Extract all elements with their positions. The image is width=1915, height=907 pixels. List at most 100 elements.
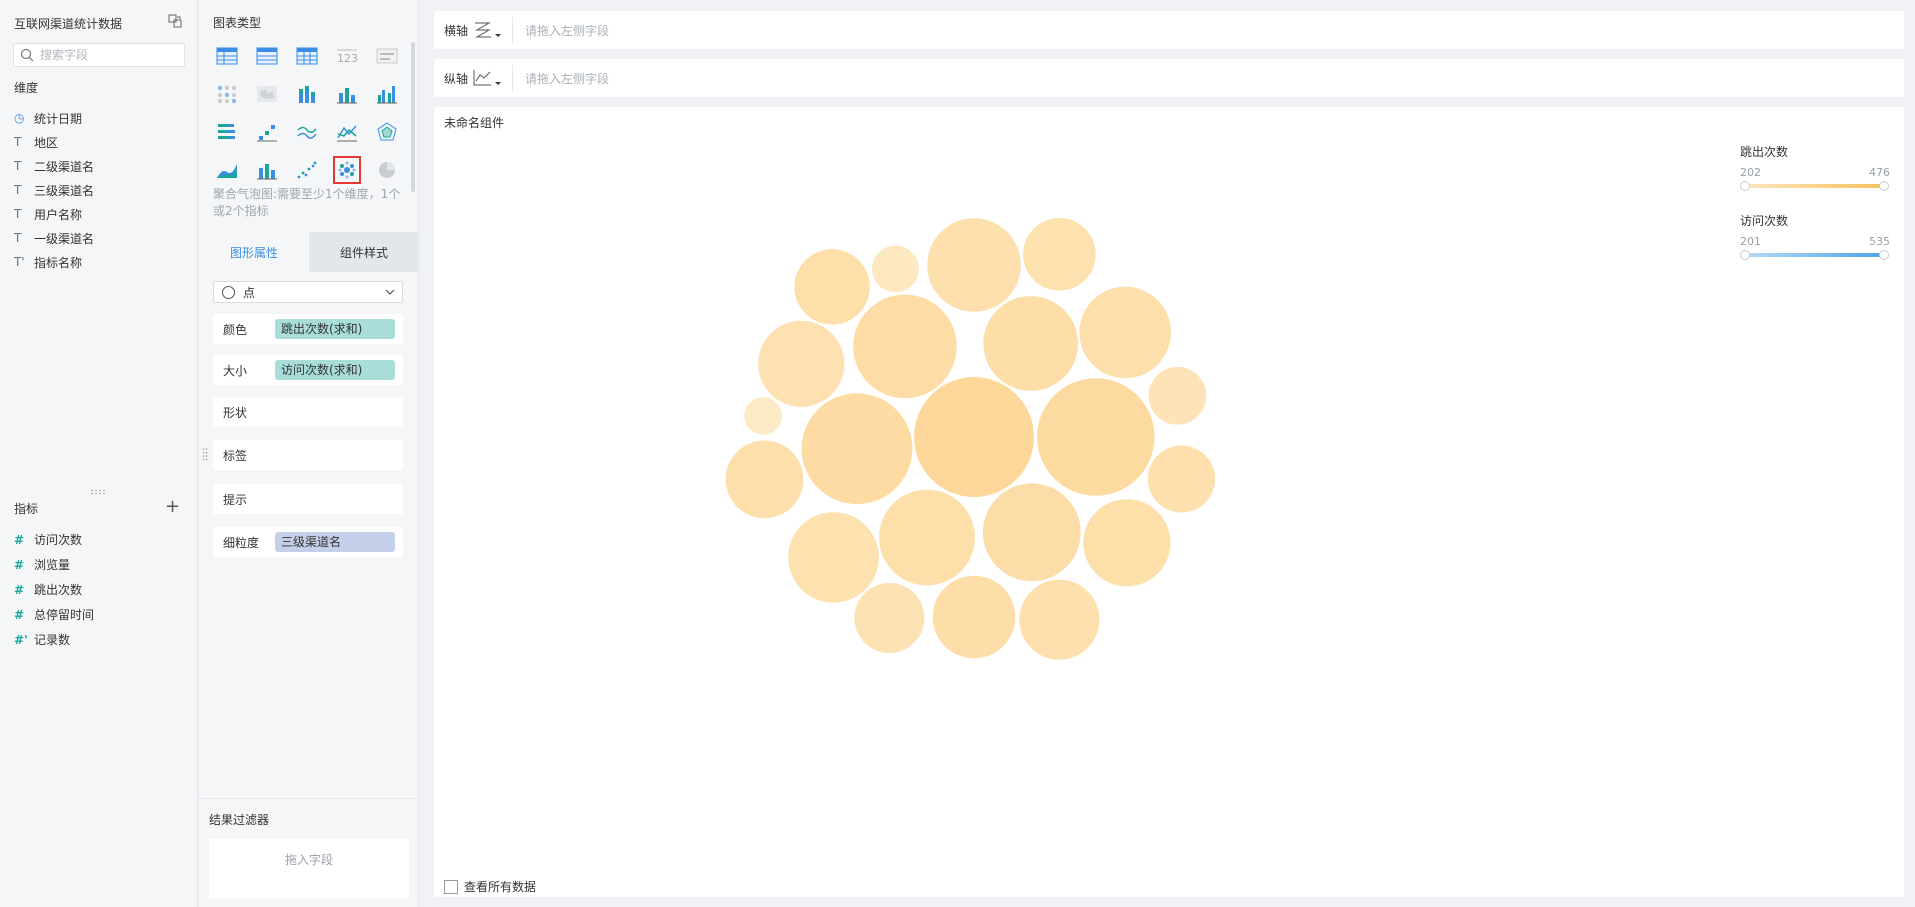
dimension-label: 二级渠道名 — [34, 159, 95, 174]
y-axis-dropzone[interactable]: 请拖入左侧字段 — [525, 70, 609, 87]
map-chart-icon[interactable] — [253, 80, 281, 108]
y-axis-chart-type-icon[interactable] — [472, 66, 512, 90]
bubble[interactable] — [982, 483, 1081, 582]
y-axis-shelf[interactable]: 纵轴 请拖入左侧字段 — [434, 59, 1904, 97]
size-field-pill[interactable]: 访问次数(求和) — [275, 360, 395, 380]
text-widget-icon[interactable] — [373, 42, 401, 70]
tooltip-property[interactable]: 提示 — [213, 484, 403, 514]
line-chart-icon[interactable] — [293, 118, 321, 146]
x-axis-shelf[interactable]: 横轴 请拖入左侧字段 — [434, 11, 1904, 49]
search-input[interactable] — [40, 46, 180, 64]
multi-bar-icon[interactable] — [373, 80, 401, 108]
bubble[interactable] — [914, 377, 1034, 497]
x-axis-dropzone[interactable]: 请拖入左侧字段 — [525, 22, 609, 39]
x-axis-chart-type-icon[interactable] — [472, 18, 512, 42]
bubble[interactable] — [1083, 499, 1171, 587]
horizontal-bar-icon[interactable] — [213, 118, 241, 146]
bubble[interactable] — [758, 320, 845, 407]
legend-max-handle[interactable] — [1879, 181, 1889, 191]
dimension-item[interactable]: T 二级渠道名 — [14, 154, 189, 178]
dimension-item[interactable]: T 一级渠道名 — [14, 226, 189, 250]
granularity-property[interactable]: 细粒度 三级渠道名 — [213, 527, 403, 557]
tab-component-style[interactable]: 组件样式 — [309, 232, 419, 272]
pie-chart-icon[interactable] — [373, 156, 401, 184]
area-line-icon[interactable] — [333, 118, 361, 146]
bubble[interactable] — [983, 296, 1079, 391]
measure-item[interactable]: # 浏览量 — [14, 552, 189, 577]
legend-min-handle[interactable] — [1740, 181, 1750, 191]
dimension-item[interactable]: T 三级渠道名 — [14, 178, 189, 202]
legend-min-handle[interactable] — [1740, 250, 1750, 260]
dimension-item[interactable]: T' 指标名称 — [14, 250, 189, 274]
tab-graph-properties[interactable]: 图形属性 — [199, 232, 309, 272]
chart-grid-scrollbar[interactable] — [411, 42, 415, 192]
dimension-label: 指标名称 — [34, 255, 83, 270]
bubble[interactable] — [872, 245, 919, 293]
measure-label: 浏览量 — [34, 558, 71, 572]
dimension-item[interactable]: ◷ 统计日期 — [14, 106, 189, 130]
cross-table-icon[interactable] — [293, 42, 321, 70]
bubble-chart-icon[interactable] — [333, 156, 361, 184]
bubble[interactable] — [801, 393, 913, 505]
panel-splitter-icon[interactable] — [202, 447, 208, 461]
bubble[interactable] — [744, 396, 783, 435]
table-chart-icon[interactable] — [213, 42, 241, 70]
dimension-label: 地区 — [34, 135, 59, 150]
combo-chart-icon[interactable] — [253, 156, 281, 184]
mark-type-select[interactable]: 点 — [213, 281, 403, 303]
step-chart-icon[interactable] — [253, 118, 281, 146]
measure-item[interactable]: # 访问次数 — [14, 527, 189, 552]
bubble[interactable] — [1023, 218, 1096, 291]
shape-property[interactable]: 形状 — [213, 397, 403, 427]
granularity-field-pill[interactable]: 三级渠道名 — [275, 532, 395, 552]
legend-max-handle[interactable] — [1879, 250, 1889, 260]
color-field-pill[interactable]: 跳出次数(求和) — [275, 319, 395, 339]
stacked-bar-icon[interactable] — [293, 80, 321, 108]
bubble[interactable] — [1019, 579, 1100, 660]
bubble[interactable] — [854, 582, 925, 653]
radar-chart-icon[interactable] — [373, 118, 401, 146]
result-filter-dropzone[interactable]: 拖入字段 — [209, 839, 409, 899]
dot-matrix-icon[interactable] — [213, 80, 241, 108]
bubble[interactable] — [932, 575, 1016, 659]
bubble[interactable] — [788, 512, 879, 603]
add-measure-button[interactable]: + — [165, 498, 180, 516]
bubble[interactable] — [794, 249, 870, 325]
divider — [512, 17, 513, 43]
kpi-number-icon[interactable]: 123 — [333, 42, 361, 70]
property-label: 提示 — [223, 492, 248, 507]
measure-item[interactable]: # 总停留时间 — [14, 602, 189, 627]
measures-label: 指标 — [14, 502, 39, 516]
switch-dataset-icon[interactable] — [168, 14, 182, 28]
bubble[interactable] — [1148, 366, 1207, 425]
bubble[interactable] — [879, 489, 975, 586]
view-all-data-toggle[interactable]: 查看所有数据 — [444, 878, 536, 895]
bubble[interactable] — [927, 218, 1021, 312]
bubble[interactable] — [725, 440, 804, 519]
property-label: 形状 — [223, 405, 248, 420]
svg-text:123: 123 — [337, 52, 358, 65]
bubble[interactable] — [1079, 286, 1171, 379]
color-property[interactable]: 颜色 跳出次数(求和) — [213, 314, 403, 344]
label-property[interactable]: 标签 — [213, 440, 403, 470]
legend-slider[interactable] — [1740, 250, 1890, 260]
field-search[interactable] — [13, 43, 185, 67]
measure-item[interactable]: #' 记录数 — [14, 627, 189, 652]
view-all-checkbox[interactable] — [444, 879, 458, 894]
dimension-item[interactable]: T 地区 — [14, 130, 189, 154]
grouped-table-icon[interactable] — [253, 42, 281, 70]
dimension-item[interactable]: T 用户名称 — [14, 202, 189, 226]
measure-item[interactable]: # 跳出次数 — [14, 577, 189, 602]
widget-title[interactable]: 未命名组件 — [444, 114, 504, 131]
area-chart-icon[interactable] — [213, 156, 241, 184]
bar-chart-icon[interactable] — [333, 80, 361, 108]
bubble[interactable] — [1037, 378, 1155, 496]
property-label: 细粒度 — [223, 535, 260, 550]
bubble[interactable] — [1147, 445, 1216, 513]
size-property[interactable]: 大小 访问次数(求和) — [213, 355, 403, 385]
scatter-chart-icon[interactable] — [293, 156, 321, 184]
resize-handle-icon[interactable] — [90, 489, 106, 495]
legend-slider[interactable] — [1740, 181, 1890, 191]
bubble[interactable] — [853, 294, 957, 399]
mark-type-value: 点 — [243, 285, 256, 300]
